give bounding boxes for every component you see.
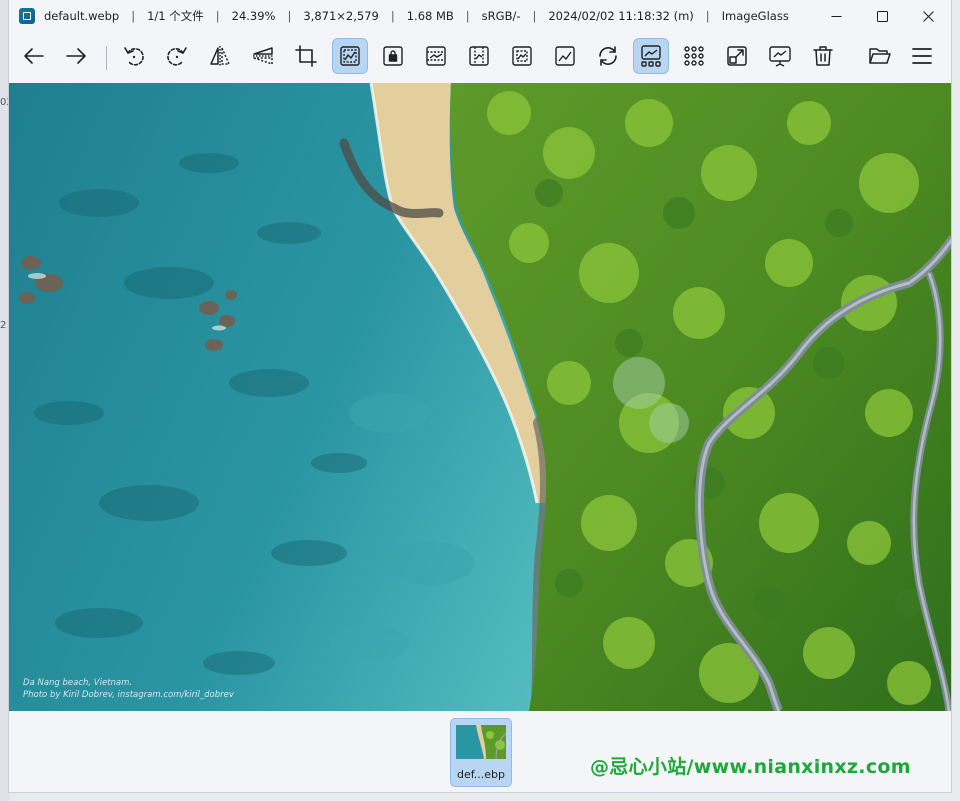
lock-zoom-button[interactable] (375, 38, 411, 74)
crop-icon (295, 45, 317, 67)
flip-vertical-button[interactable] (245, 38, 281, 74)
rotate-left-button[interactable] (116, 38, 152, 74)
title-colorspace: sRGB/- (481, 9, 521, 23)
title-file-count: 1/1 个文件 (147, 9, 204, 23)
background-fragment: 2 (0, 320, 7, 331)
flip-horizontal-button[interactable] (202, 38, 238, 74)
imageglass-window: default.webp | 1/1 个文件 | 24.39% | 3,871×… (8, 0, 952, 793)
delete-button[interactable] (805, 38, 841, 74)
lock-zoom-icon (383, 46, 403, 66)
scale-fill-icon (555, 46, 575, 66)
forward-button[interactable] (58, 38, 94, 74)
auto-zoom-button[interactable] (332, 38, 368, 74)
beach-photo (9, 83, 951, 711)
hamburger-menu-icon (912, 48, 932, 64)
folder-open-icon (869, 48, 891, 64)
site-watermark: @忌心小站/www.nianxinxz.com (590, 756, 911, 778)
title-separator: | (465, 9, 470, 23)
scale-to-fit-button[interactable] (504, 38, 540, 74)
checkerboard-button[interactable] (676, 38, 712, 74)
thumbnail-label: def...ebp (456, 768, 506, 781)
scale-to-fill-button[interactable] (547, 38, 583, 74)
gallery-button[interactable] (633, 38, 669, 74)
close-button[interactable] (905, 0, 951, 32)
refresh-icon (599, 46, 617, 66)
maximize-button[interactable] (859, 0, 905, 32)
title-separator: | (131, 9, 136, 23)
title-separator: | (705, 9, 710, 23)
close-icon (922, 10, 934, 22)
thumbnail-item[interactable]: def...ebp (450, 718, 512, 787)
flip-horizontal-icon (210, 46, 230, 66)
title-filename: default.webp (44, 9, 120, 23)
slideshow-icon (769, 46, 791, 67)
crop-button[interactable] (288, 38, 324, 74)
flip-vertical-icon (253, 47, 273, 65)
scale-fit-icon (512, 46, 532, 66)
gallery-icon (641, 45, 661, 67)
refresh-button[interactable] (590, 38, 626, 74)
back-button[interactable] (16, 38, 52, 74)
minimize-button[interactable] (813, 0, 859, 32)
thumbnail-image (456, 725, 506, 759)
photo-caption-location: Da Nang beach, Vietnam. (23, 678, 133, 688)
scale-to-width-button[interactable] (418, 38, 454, 74)
external-open-icon (727, 46, 747, 66)
toolbar-separator (106, 46, 107, 70)
toolbar (9, 34, 951, 80)
imageglass-app-icon (19, 8, 35, 24)
scale-to-height-button[interactable] (461, 38, 497, 74)
rotate-right-icon (167, 47, 187, 66)
open-with-button[interactable] (719, 38, 755, 74)
main-menu-button[interactable] (904, 38, 940, 74)
window-controls (813, 0, 951, 32)
auto-zoom-icon (340, 46, 360, 66)
slideshow-button[interactable] (762, 38, 798, 74)
maximize-icon (876, 10, 888, 22)
title-app-name: ImageGlass (721, 9, 789, 23)
open-file-button[interactable] (862, 38, 898, 74)
photo-caption-credit: Photo by Kiril Dobrev, instagram.com/kir… (23, 690, 234, 700)
minimize-icon (831, 15, 841, 17)
rotate-right-button[interactable] (159, 38, 195, 74)
arrow-left-icon (24, 48, 44, 64)
title-datetime: 2024/02/02 11:18:32 (m) (548, 9, 694, 23)
rotate-left-icon (124, 47, 144, 66)
title-bar[interactable]: default.webp | 1/1 个文件 | 24.39% | 3,871×… (9, 0, 951, 32)
title-separator: | (287, 9, 292, 23)
title-separator: | (532, 9, 537, 23)
arrow-right-icon (66, 48, 86, 64)
grid-dots-icon (684, 46, 704, 66)
title-dimensions: 3,871×2,579 (303, 9, 379, 23)
scale-width-icon (426, 46, 446, 66)
title-filesize: 1.68 MB (406, 9, 454, 23)
title-zoom: 24.39% (231, 9, 276, 23)
scale-height-icon (469, 46, 489, 66)
trash-icon (813, 46, 833, 66)
title-separator: | (390, 9, 395, 23)
title-separator: | (215, 9, 220, 23)
image-viewer[interactable]: Da Nang beach, Vietnam. Photo by Kiril D… (9, 83, 951, 711)
